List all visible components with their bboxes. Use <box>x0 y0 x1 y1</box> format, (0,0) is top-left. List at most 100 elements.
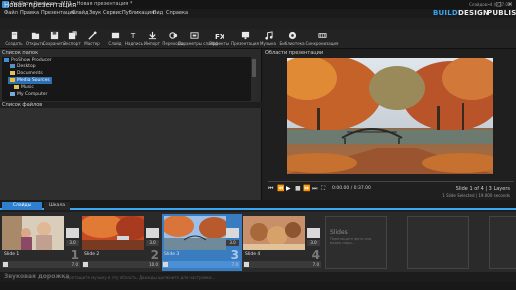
svg-text:FX: FX <box>215 32 224 40</box>
preview-heading: Области презентации <box>265 50 324 56</box>
library-label: Библиотека <box>279 41 305 46</box>
menu-file[interactable]: Файл <box>4 10 18 16</box>
slide-status: Slide 1 of 4 | 3 Layers <box>455 186 510 192</box>
skip-end-icon[interactable]: ⏭ <box>312 185 317 193</box>
show-label: Презентация <box>231 41 259 46</box>
slide-name: Slide 1 <box>4 252 20 257</box>
new-icon <box>11 31 17 40</box>
wizard-label: Мастер <box>84 41 100 46</box>
slide-card[interactable]: 3.0 Slide 4 4 7.0 <box>243 214 323 271</box>
playback-progress-track[interactable] <box>268 181 514 182</box>
slide-name: Slide 3 <box>164 252 180 257</box>
layer-icon <box>307 228 320 238</box>
library-icon <box>288 31 296 40</box>
camera-icon <box>3 262 8 267</box>
slide-card[interactable]: 3.0 Slide 2 2 10.0 <box>82 214 162 271</box>
menu-show[interactable]: Презентация <box>41 10 76 16</box>
music-icon <box>264 31 273 40</box>
folder-tree-scroll-thumb[interactable] <box>252 59 256 77</box>
slide-duration[interactable]: 7.0 <box>232 261 238 268</box>
export-icon <box>68 31 77 40</box>
tree-item-documents[interactable]: Documents <box>10 70 43 77</box>
library-button[interactable]: Библиотека <box>279 31 305 50</box>
layer-icon <box>66 228 79 238</box>
open-icon <box>31 32 39 40</box>
project-bar <box>0 18 516 29</box>
slide-card[interactable]: 3.0 Slide 1 1 7.0 <box>2 214 82 271</box>
slide-name: Slide 4 <box>245 252 261 257</box>
menu-publish[interactable]: Публикация <box>122 10 154 16</box>
preview-image[interactable] <box>287 58 493 174</box>
transition-time[interactable]: 3.0 <box>146 240 159 246</box>
save-icon <box>50 31 58 40</box>
slide-bottom-bar: 7.0 <box>2 261 80 268</box>
fullscreen-icon[interactable]: ⛶ <box>321 185 325 193</box>
soundtrack-label: Звуковая дорожка <box>4 273 70 280</box>
transition-time[interactable]: 3.0 <box>226 240 239 246</box>
stop-icon[interactable]: ■ <box>295 185 301 192</box>
fast-forward-icon[interactable]: ⏩ <box>303 185 310 192</box>
effects-button[interactable]: FX Эффекты <box>207 31 231 50</box>
slide-duration[interactable]: 10.0 <box>149 261 158 268</box>
transition-time[interactable]: 3.0 <box>66 240 79 246</box>
project-info: Слайдов: 4 (0:37.00) <box>469 2 512 7</box>
camera-icon <box>83 262 88 267</box>
sync-icon <box>317 33 327 38</box>
effects-label: Эффекты <box>209 41 229 46</box>
menu-slide[interactable]: Слайд <box>72 10 88 16</box>
soundtrack-hint: перетащите музыку в эту область. Дважды … <box>64 275 216 280</box>
menu-edit[interactable]: Правка <box>20 10 39 16</box>
menu-audio[interactable]: Звук <box>89 10 101 16</box>
slide-number: 3 <box>230 248 239 262</box>
layer-icon <box>146 228 159 238</box>
tree-item-label: Media Sources <box>17 78 50 83</box>
star-icon <box>10 77 15 82</box>
slide-options-button[interactable]: Параметры слайда <box>178 31 218 50</box>
camera-icon <box>163 262 168 267</box>
wizard-button[interactable]: Мастер <box>80 31 104 50</box>
tab-timeline[interactable]: Шкала <box>44 202 70 210</box>
empty-slide-slot[interactable] <box>407 216 469 269</box>
camera-icon <box>244 262 249 267</box>
menu-view[interactable]: Вид <box>153 10 163 16</box>
computer-icon <box>10 91 15 96</box>
slide-card-selected[interactable]: 3.0 Slide 3 3 7.0 <box>162 214 242 271</box>
skip-start-icon[interactable]: ⏮ <box>268 185 273 193</box>
folder-icon <box>10 70 15 75</box>
tree-item-music[interactable]: Music <box>14 84 34 91</box>
tree-item-media-sources[interactable]: Media Sources <box>8 77 52 84</box>
menu-help[interactable]: Справка <box>166 10 188 16</box>
mode-build-tab[interactable]: BUILD <box>433 9 458 17</box>
slide-name: Slide 2 <box>84 252 100 257</box>
slide-duration[interactable]: 7.0 <box>313 261 319 268</box>
project-name: Новая презентация <box>4 1 77 9</box>
transition-time[interactable]: 3.0 <box>307 240 320 246</box>
empty-slot-hint: Перетащите фото или видео сюда... <box>330 237 372 245</box>
empty-slide-slot[interactable] <box>489 216 516 269</box>
slide-duration[interactable]: 7.0 <box>72 261 78 268</box>
tree-item-desktop[interactable]: Desktop <box>10 63 36 70</box>
time-readout: 0:00.00 / 0:37.00 <box>332 186 371 191</box>
show-icon <box>241 31 249 40</box>
slide-number: 1 <box>70 248 79 262</box>
music-button[interactable]: Музыка <box>256 31 280 50</box>
menu-tools[interactable]: Сервис <box>103 10 122 16</box>
rewind-icon[interactable]: ⏪ <box>277 185 284 192</box>
file-list-panel[interactable] <box>0 108 262 200</box>
autumn-park-image <box>287 58 493 174</box>
folder-icon <box>14 84 19 89</box>
mode-publish-tab[interactable]: PUBLISH <box>487 9 516 17</box>
slide-number: 2 <box>150 248 159 262</box>
music-label: Музыка <box>260 41 276 46</box>
slide-icon <box>111 32 119 39</box>
tab-slides[interactable]: Слайды <box>2 202 42 210</box>
tree-item-my-computer[interactable]: My Computer <box>10 91 47 98</box>
tree-item-label: Music <box>21 85 34 90</box>
show-button[interactable]: Презентация <box>231 31 259 50</box>
status-strip <box>0 282 516 290</box>
sync-button[interactable]: Синхронизация <box>305 31 339 50</box>
mode-design-tab[interactable]: DESIGN <box>458 9 489 17</box>
folder-tree[interactable]: ProShow Producer Desktop Documents Media… <box>2 57 257 101</box>
play-icon[interactable]: ▶ <box>286 185 291 192</box>
transitions-icon <box>168 32 177 39</box>
